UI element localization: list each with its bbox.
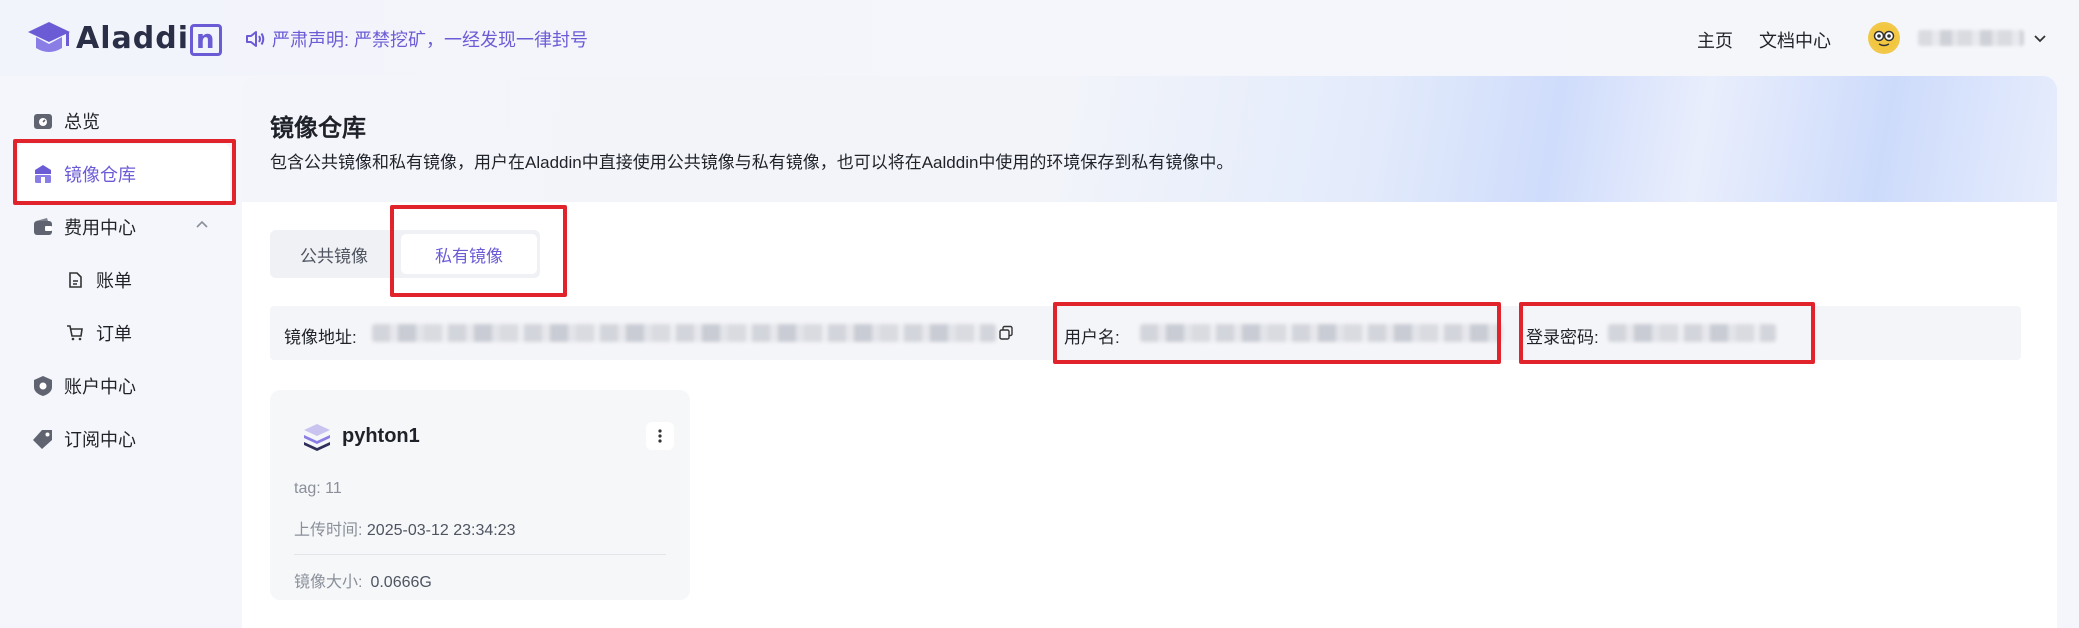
notice-banner: 严肃声明: 严禁挖矿，一经发现一律封号 bbox=[244, 26, 588, 52]
image-tag-value: 11 bbox=[325, 480, 342, 497]
brand-name: Aladdi n bbox=[76, 21, 222, 56]
main-panel: 镜像仓库 包含公共镜像和私有镜像，用户在Aladdin中直接使用公共镜像与私有镜… bbox=[242, 76, 2057, 628]
registry-address-value bbox=[372, 324, 996, 342]
speaker-icon bbox=[246, 31, 265, 47]
wallet-icon bbox=[34, 218, 52, 235]
image-card[interactable]: pyhton1 tag: 11 上传时间: 2025-03-12 23:34:2… bbox=[270, 390, 690, 600]
username-label: 用户名: bbox=[1064, 328, 1120, 347]
image-name[interactable]: pyhton1 bbox=[342, 425, 420, 448]
username-redacted[interactable] bbox=[1918, 30, 2024, 46]
password-value bbox=[1608, 324, 1776, 342]
sidebar-item-label: 镜像仓库 bbox=[64, 165, 136, 185]
image-size-label: 镜像大小: bbox=[294, 574, 363, 591]
page-description: 包含公共镜像和私有镜像，用户在Aladdin中直接使用公共镜像与私有镜像，也可以… bbox=[270, 153, 1234, 172]
sidebar-item-label: 订单 bbox=[96, 324, 132, 344]
brand-logo[interactable]: Aladdi n bbox=[26, 18, 222, 58]
sidebar-item-label: 账户中心 bbox=[64, 377, 136, 397]
sidebar-item-label: 总览 bbox=[64, 112, 100, 132]
image-tag-label: tag: bbox=[294, 480, 321, 497]
sidebar-item-image-repo[interactable]: 镜像仓库 bbox=[32, 161, 136, 187]
tab-private-images[interactable]: 私有镜像 bbox=[401, 234, 537, 274]
sidebar-item-label: 费用中心 bbox=[64, 218, 136, 238]
more-actions-button[interactable] bbox=[646, 422, 674, 450]
username-value bbox=[1140, 324, 1502, 342]
tab-public-images[interactable]: 公共镜像 bbox=[270, 230, 398, 278]
shield-icon bbox=[34, 376, 52, 396]
image-size: 镜像大小: 0.0666G bbox=[294, 568, 432, 592]
upload-time-label: 上传时间: bbox=[294, 522, 363, 539]
copy-icon[interactable] bbox=[998, 325, 1014, 341]
tag-icon bbox=[33, 430, 52, 449]
sidebar-item-orders[interactable]: 订单 bbox=[66, 320, 132, 346]
sidebar-item-label: 账单 bbox=[96, 271, 132, 291]
chevron-up-icon[interactable] bbox=[194, 217, 210, 233]
avatar-face-icon bbox=[1871, 25, 1897, 51]
brand-name-box: n bbox=[189, 23, 222, 56]
registry-credentials-bar: 镜像地址: 用户名: 登录密码: bbox=[270, 306, 2021, 360]
layers-icon bbox=[304, 424, 330, 451]
nav-home-link[interactable]: 主页 bbox=[1697, 27, 1733, 53]
upload-time-value: 2025-03-12 23:34:23 bbox=[366, 522, 516, 539]
sidebar-item-subscription-center[interactable]: 订阅中心 bbox=[32, 426, 136, 452]
dashboard-icon bbox=[34, 114, 52, 129]
page-header: 镜像仓库 包含公共镜像和私有镜像，用户在Aladdin中直接使用公共镜像与私有镜… bbox=[242, 76, 2057, 202]
nav-docs-link[interactable]: 文档中心 bbox=[1759, 27, 1831, 53]
avatar[interactable] bbox=[1868, 22, 1900, 54]
image-size-value: 0.0666G bbox=[370, 574, 432, 591]
more-vertical-icon bbox=[658, 429, 662, 443]
bill-icon bbox=[69, 272, 82, 288]
graduation-cap-icon bbox=[28, 22, 70, 52]
top-bar: Aladdi n 严肃声明: 严禁挖矿，一经发现一律封号 主页 文档中心 bbox=[0, 0, 2079, 76]
image-tag: tag: 11 bbox=[294, 480, 342, 498]
sidebar-item-label: 订阅中心 bbox=[64, 430, 136, 450]
password-label: 登录密码: bbox=[1526, 328, 1599, 347]
divider bbox=[294, 554, 666, 555]
chevron-down-icon[interactable] bbox=[2032, 30, 2048, 46]
cart-icon bbox=[67, 325, 83, 341]
sidebar-item-account-center[interactable]: 账户中心 bbox=[32, 373, 136, 399]
sidebar: 总览 镜像仓库 费用中心 账单 订单 账户中心 订阅中心 bbox=[0, 76, 240, 628]
image-repo-icon bbox=[35, 165, 51, 183]
registry-address-label: 镜像地址: bbox=[284, 328, 357, 347]
sidebar-item-overview[interactable]: 总览 bbox=[32, 108, 100, 134]
image-upload-time: 上传时间: 2025-03-12 23:34:23 bbox=[294, 516, 515, 540]
notice-text: 严肃声明: 严禁挖矿，一经发现一律封号 bbox=[272, 30, 589, 50]
sidebar-item-bills[interactable]: 账单 bbox=[66, 267, 132, 293]
sidebar-item-billing-center[interactable]: 费用中心 bbox=[32, 214, 212, 240]
page-title: 镜像仓库 bbox=[270, 115, 366, 142]
image-type-tabs: 公共镜像 私有镜像 bbox=[270, 230, 540, 278]
